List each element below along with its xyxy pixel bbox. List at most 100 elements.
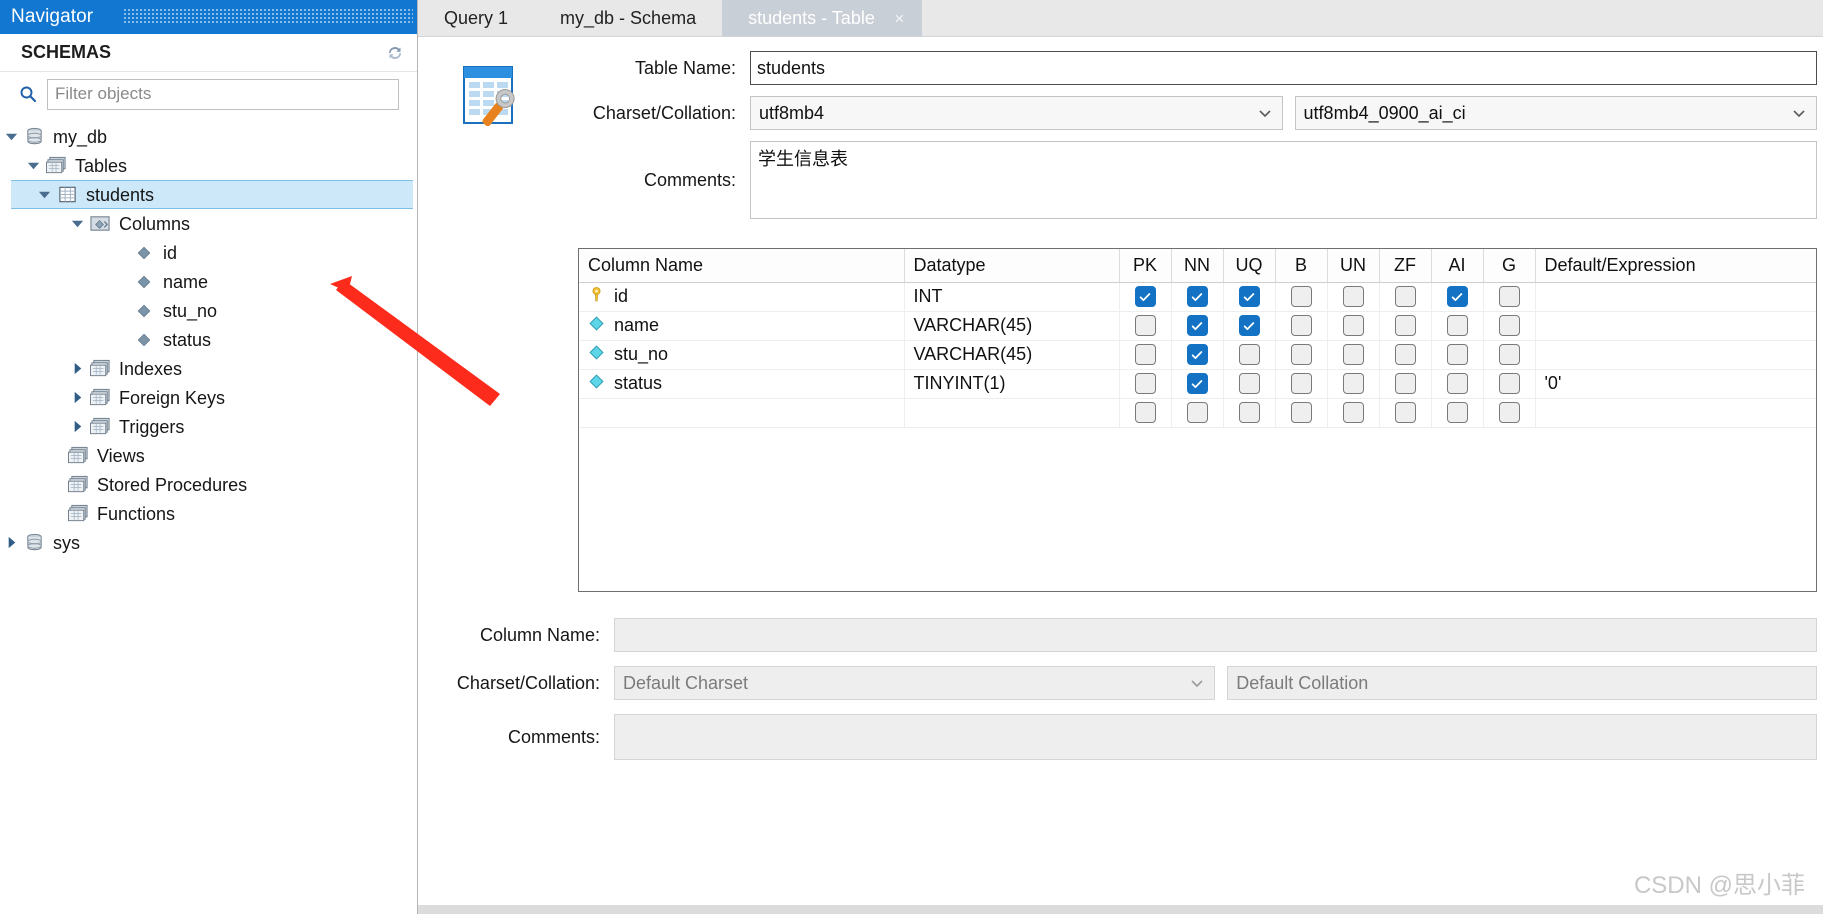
- col-header-uq[interactable]: UQ: [1223, 249, 1275, 282]
- cell-flag-b[interactable]: [1275, 340, 1327, 369]
- table-row[interactable]: idINT: [579, 282, 1816, 311]
- cell-default-expression[interactable]: '0': [1535, 369, 1816, 398]
- tree-item-name[interactable]: name: [0, 267, 417, 296]
- cell-flag-g[interactable]: [1483, 340, 1535, 369]
- table-row[interactable]: statusTINYINT(1) '0': [579, 369, 1816, 398]
- cell-flag-un[interactable]: [1327, 282, 1379, 311]
- checkbox-ai[interactable]: [1447, 344, 1468, 365]
- tree-item-stored-procedures[interactable]: Stored Procedures: [0, 470, 417, 499]
- cell-flag-ai[interactable]: [1431, 311, 1483, 340]
- tree-item-indexes[interactable]: Indexes: [0, 354, 417, 383]
- checkbox-nn[interactable]: [1187, 344, 1208, 365]
- col-header-column-name[interactable]: Column Name: [579, 249, 904, 282]
- checkbox-zf[interactable]: [1395, 402, 1416, 423]
- checkbox-b[interactable]: [1291, 315, 1312, 336]
- checkbox-b[interactable]: [1291, 344, 1312, 365]
- table-row[interactable]: nameVARCHAR(45): [579, 311, 1816, 340]
- checkbox-un[interactable]: [1343, 315, 1364, 336]
- cell-flag-g[interactable]: [1483, 282, 1535, 311]
- cell-flag-b[interactable]: [1275, 369, 1327, 398]
- column-name-input[interactable]: [614, 618, 1817, 652]
- cell-flag-pk[interactable]: [1119, 398, 1171, 427]
- cell-column-name[interactable]: status: [579, 369, 904, 398]
- checkbox-zf[interactable]: [1395, 315, 1416, 336]
- tree-item-sys[interactable]: sys: [0, 528, 417, 557]
- tree-item-stu-no[interactable]: stu_no: [0, 296, 417, 325]
- cell-datatype[interactable]: TINYINT(1): [904, 369, 1119, 398]
- cell-column-name[interactable]: name: [579, 311, 904, 340]
- col-header-nn[interactable]: NN: [1171, 249, 1223, 282]
- checkbox-pk[interactable]: [1135, 373, 1156, 394]
- checkbox-nn[interactable]: [1187, 373, 1208, 394]
- checkbox-uq[interactable]: [1239, 373, 1260, 394]
- cell-datatype[interactable]: VARCHAR(45): [904, 311, 1119, 340]
- cell-flag-ai[interactable]: [1431, 340, 1483, 369]
- column-comments-textarea[interactable]: [614, 714, 1817, 760]
- col-header-zf[interactable]: ZF: [1379, 249, 1431, 282]
- cell-flag-b[interactable]: [1275, 398, 1327, 427]
- checkbox-zf[interactable]: [1395, 373, 1416, 394]
- cell-default-expression[interactable]: [1535, 340, 1816, 369]
- cell-flag-uq[interactable]: [1223, 340, 1275, 369]
- col-header-default-expression[interactable]: Default/Expression: [1535, 249, 1816, 282]
- tab-my-db-schema[interactable]: my_db - Schema: [534, 0, 722, 36]
- close-icon[interactable]: ×: [891, 10, 908, 27]
- checkbox-ai[interactable]: [1447, 315, 1468, 336]
- table-row[interactable]: [579, 398, 1816, 427]
- tree-item-triggers[interactable]: Triggers: [0, 412, 417, 441]
- checkbox-g[interactable]: [1499, 286, 1520, 307]
- col-header-un[interactable]: UN: [1327, 249, 1379, 282]
- checkbox-b[interactable]: [1291, 286, 1312, 307]
- cell-flag-nn[interactable]: [1171, 398, 1223, 427]
- tree-item-columns[interactable]: Columns: [0, 209, 417, 238]
- editor-tabbar[interactable]: Query 1my_db - Schemastudents - Table×: [418, 0, 1823, 36]
- col-header-pk[interactable]: PK: [1119, 249, 1171, 282]
- checkbox-pk[interactable]: [1135, 402, 1156, 423]
- cell-flag-ai[interactable]: [1431, 398, 1483, 427]
- cell-default-expression[interactable]: [1535, 398, 1816, 427]
- refresh-icon[interactable]: [385, 43, 405, 63]
- cell-flag-nn[interactable]: [1171, 311, 1223, 340]
- tree-item-functions[interactable]: Functions: [0, 499, 417, 528]
- cell-flag-un[interactable]: [1327, 311, 1379, 340]
- tree-item-views[interactable]: Views: [0, 441, 417, 470]
- columns-body[interactable]: idINTnameVARCHAR(45)stu_noVARCHAR(45)sta…: [579, 282, 1816, 427]
- column-charset-select[interactable]: Default Charset: [614, 666, 1215, 700]
- checkbox-ai[interactable]: [1447, 402, 1468, 423]
- checkbox-un[interactable]: [1343, 373, 1364, 394]
- cell-flag-pk[interactable]: [1119, 369, 1171, 398]
- cell-flag-pk[interactable]: [1119, 311, 1171, 340]
- checkbox-un[interactable]: [1343, 286, 1364, 307]
- cell-flag-pk[interactable]: [1119, 340, 1171, 369]
- cell-flag-uq[interactable]: [1223, 311, 1275, 340]
- tree-item-status[interactable]: status: [0, 325, 417, 354]
- cell-default-expression[interactable]: [1535, 311, 1816, 340]
- checkbox-uq[interactable]: [1239, 402, 1260, 423]
- cell-flag-nn[interactable]: [1171, 369, 1223, 398]
- cell-flag-uq[interactable]: [1223, 398, 1275, 427]
- twisty-expanded-icon[interactable]: [22, 155, 44, 177]
- checkbox-zf[interactable]: [1395, 344, 1416, 365]
- checkbox-g[interactable]: [1499, 344, 1520, 365]
- cell-column-name[interactable]: stu_no: [579, 340, 904, 369]
- cell-flag-zf[interactable]: [1379, 340, 1431, 369]
- tree-item-students[interactable]: students: [11, 180, 413, 209]
- cell-flag-zf[interactable]: [1379, 369, 1431, 398]
- cell-column-name[interactable]: [579, 398, 904, 427]
- cell-column-name[interactable]: id: [579, 282, 904, 311]
- col-header-g[interactable]: G: [1483, 249, 1535, 282]
- cell-flag-g[interactable]: [1483, 398, 1535, 427]
- checkbox-un[interactable]: [1343, 402, 1364, 423]
- twisty-collapsed-icon[interactable]: [0, 532, 22, 554]
- cell-flag-g[interactable]: [1483, 311, 1535, 340]
- cell-flag-ai[interactable]: [1431, 282, 1483, 311]
- cell-datatype[interactable]: [904, 398, 1119, 427]
- twisty-collapsed-icon[interactable]: [66, 416, 88, 438]
- filter-objects-input[interactable]: [47, 79, 399, 110]
- twisty-expanded-icon[interactable]: [33, 184, 55, 206]
- charset-select[interactable]: utf8mb4: [750, 96, 1283, 130]
- cell-flag-un[interactable]: [1327, 398, 1379, 427]
- checkbox-nn[interactable]: [1187, 286, 1208, 307]
- checkbox-ai[interactable]: [1447, 373, 1468, 394]
- cell-flag-uq[interactable]: [1223, 369, 1275, 398]
